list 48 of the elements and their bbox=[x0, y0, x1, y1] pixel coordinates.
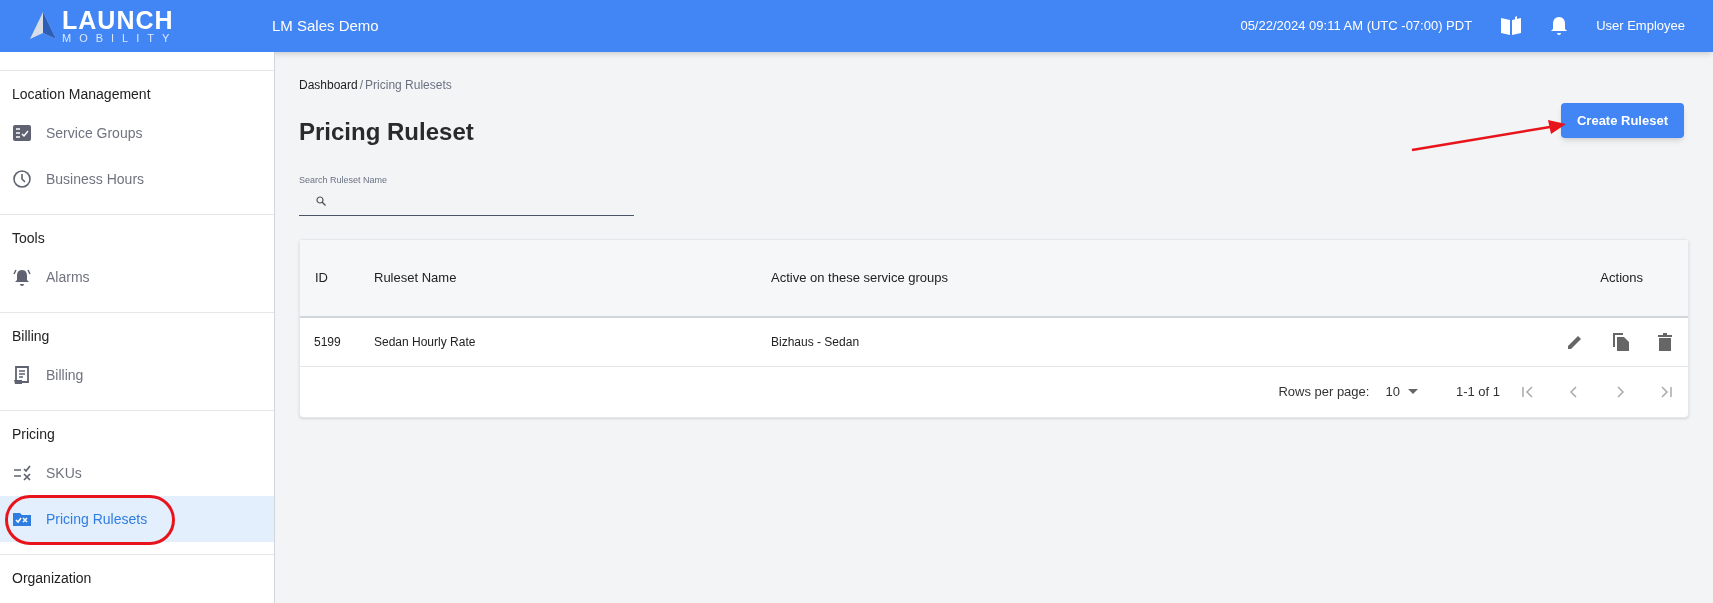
user-name[interactable]: User Employee bbox=[1596, 16, 1685, 36]
checklist-icon bbox=[12, 123, 32, 143]
sidebar-item[interactable]: Service Groups bbox=[0, 110, 274, 156]
book-icon[interactable] bbox=[1500, 16, 1523, 36]
sidebar-section-title: Tools bbox=[11, 229, 46, 248]
copy-icon[interactable] bbox=[1612, 331, 1630, 352]
sidebar-section-title: Organization bbox=[11, 569, 93, 588]
sidebar-item[interactable]: Alarms bbox=[0, 254, 274, 300]
logo-subtitle: MOBILITY bbox=[62, 33, 178, 44]
trash-icon[interactable] bbox=[1658, 332, 1672, 351]
clock-icon bbox=[12, 169, 32, 189]
table-cell-text: Bizhaus - Sedan bbox=[771, 333, 861, 351]
sidebar-item[interactable]: Pricing Rulesets bbox=[0, 496, 274, 542]
receipt-icon bbox=[12, 365, 32, 385]
logo-wordmark: LAUNCH bbox=[62, 8, 175, 33]
sidebar-item[interactable]: Business Hours bbox=[0, 156, 274, 202]
sidebar-section-title: Pricing bbox=[11, 425, 56, 444]
table-cell-text: Sedan Hourly Rate bbox=[373, 333, 477, 351]
column-header: Active on these service groups bbox=[771, 268, 950, 287]
last-page-icon[interactable] bbox=[1658, 383, 1674, 400]
column-header: ID bbox=[314, 268, 329, 287]
first-page-icon[interactable] bbox=[1520, 383, 1536, 400]
sidebar-section-title: Location Management bbox=[11, 85, 152, 104]
datetime-text: 05/22/2024 09:11 AM (UTC -07:00) PDT bbox=[1240, 17, 1473, 36]
column-header: Ruleset Name bbox=[373, 268, 458, 287]
caret-icon bbox=[1407, 388, 1418, 395]
create-ruleset-button[interactable]: Create Ruleset bbox=[1560, 103, 1684, 138]
breadcrumb-separator: / bbox=[359, 77, 364, 94]
rocket-logo-icon bbox=[28, 11, 58, 41]
rows-per-page-label: Rows per page: bbox=[1278, 382, 1370, 401]
sidebar-item[interactable]: Billing bbox=[0, 352, 274, 398]
breadcrumb-link[interactable]: Dashboard bbox=[299, 76, 358, 94]
page-title: Pricing Ruleset bbox=[299, 117, 474, 147]
alarm-icon bbox=[12, 267, 32, 287]
app-name: LM Sales Demo bbox=[272, 15, 379, 36]
search-icon bbox=[316, 196, 326, 206]
rows-per-page-select[interactable]: 10 bbox=[1385, 381, 1418, 402]
rule-icon bbox=[12, 463, 32, 483]
table-cell-text: 5199 bbox=[313, 333, 342, 351]
search-label: Search Ruleset Name bbox=[299, 174, 389, 187]
sidebar-item[interactable]: SKUs bbox=[0, 450, 274, 496]
bell-icon[interactable] bbox=[1550, 16, 1569, 36]
breadcrumb-current: Pricing Rulesets bbox=[365, 77, 452, 94]
logo[interactable]: LAUNCH MOBILITY bbox=[28, 8, 272, 44]
sidebar-section-title: Billing bbox=[11, 327, 51, 346]
search-field[interactable]: Search Ruleset Name bbox=[299, 174, 634, 216]
page-range-text: 1-1 of 1 bbox=[1455, 382, 1500, 401]
column-header: Actions bbox=[1599, 268, 1644, 287]
